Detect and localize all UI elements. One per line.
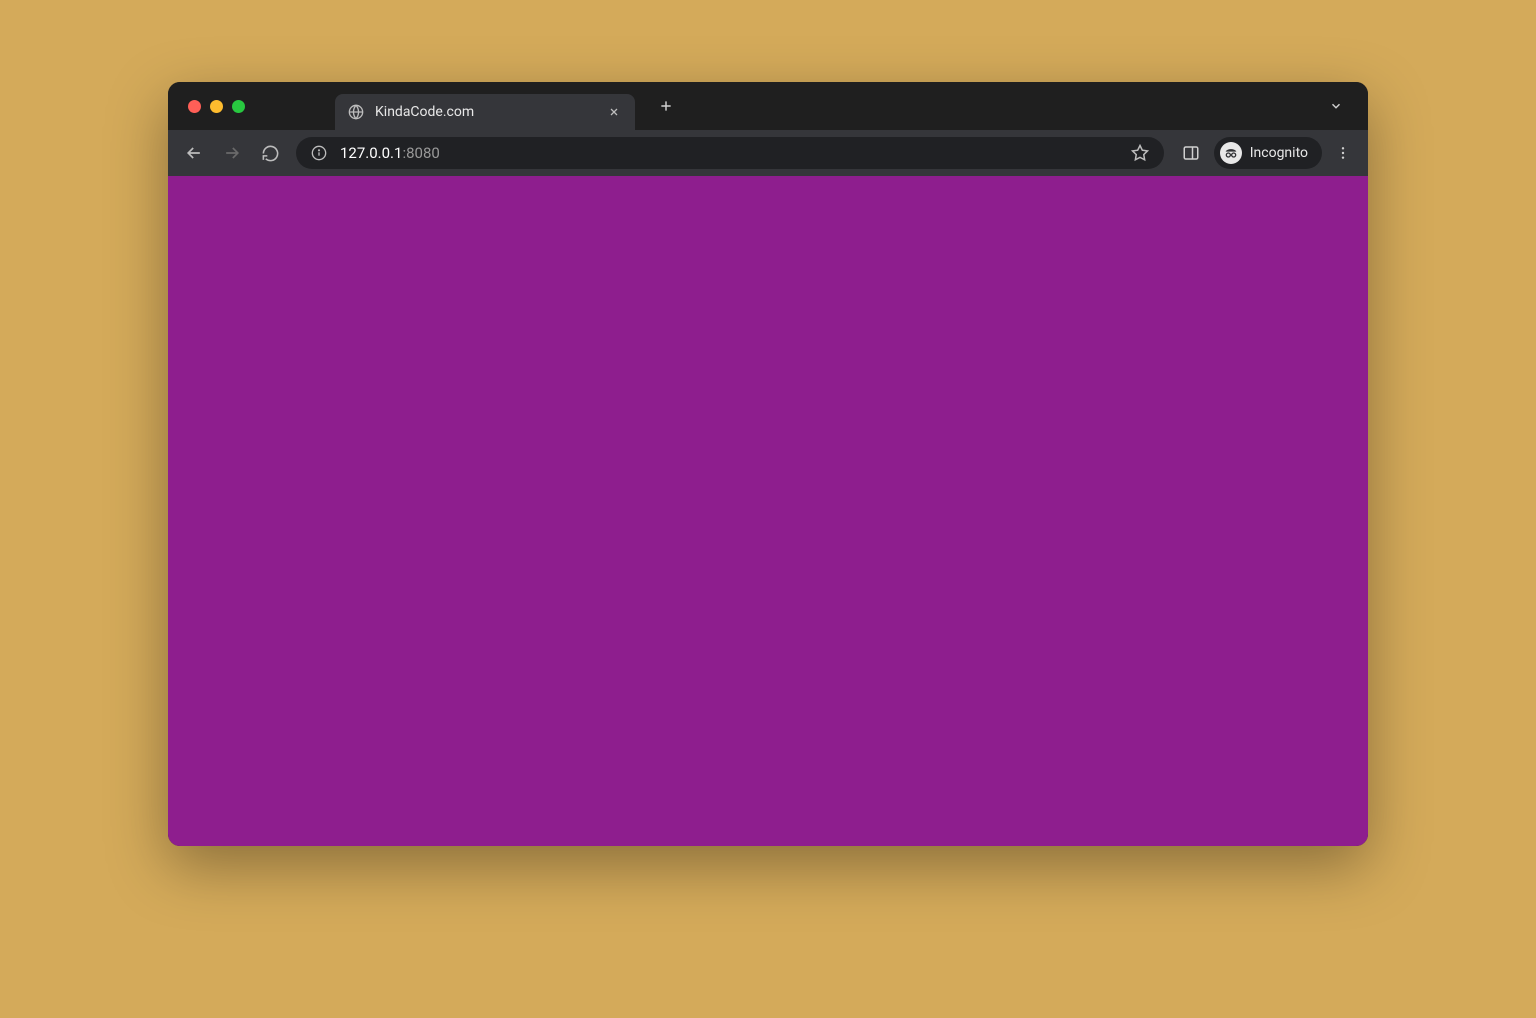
page-viewport [168, 176, 1368, 846]
new-tab-button[interactable] [651, 91, 681, 121]
reload-button[interactable] [254, 137, 286, 169]
tab-title: KindaCode.com [375, 104, 595, 120]
url-port: :8080 [402, 144, 439, 162]
bookmark-button[interactable] [1130, 143, 1150, 163]
incognito-icon [1220, 142, 1242, 164]
info-icon[interactable] [310, 144, 328, 162]
incognito-label: Incognito [1250, 145, 1308, 161]
globe-icon [347, 103, 365, 121]
window-maximize-button[interactable] [232, 100, 245, 113]
browser-tab[interactable]: KindaCode.com [335, 94, 635, 130]
window-minimize-button[interactable] [210, 100, 223, 113]
window-close-button[interactable] [188, 100, 201, 113]
back-button[interactable] [178, 137, 210, 169]
close-tab-button[interactable] [605, 103, 623, 121]
toolbar: 127.0.0.1:8080 [168, 130, 1368, 176]
url-text: 127.0.0.1:8080 [340, 144, 1118, 162]
incognito-badge[interactable]: Incognito [1214, 137, 1322, 169]
side-panel-button[interactable] [1174, 136, 1208, 170]
forward-button[interactable] [216, 137, 248, 169]
address-bar[interactable]: 127.0.0.1:8080 [296, 137, 1164, 169]
browser-window: KindaCode.com [168, 82, 1368, 846]
window-controls [188, 100, 245, 113]
tabs-dropdown-button[interactable] [1322, 92, 1350, 120]
browser-menu-button[interactable] [1328, 138, 1358, 168]
url-host: 127.0.0.1 [340, 144, 402, 162]
tab-strip: KindaCode.com [168, 82, 1368, 130]
